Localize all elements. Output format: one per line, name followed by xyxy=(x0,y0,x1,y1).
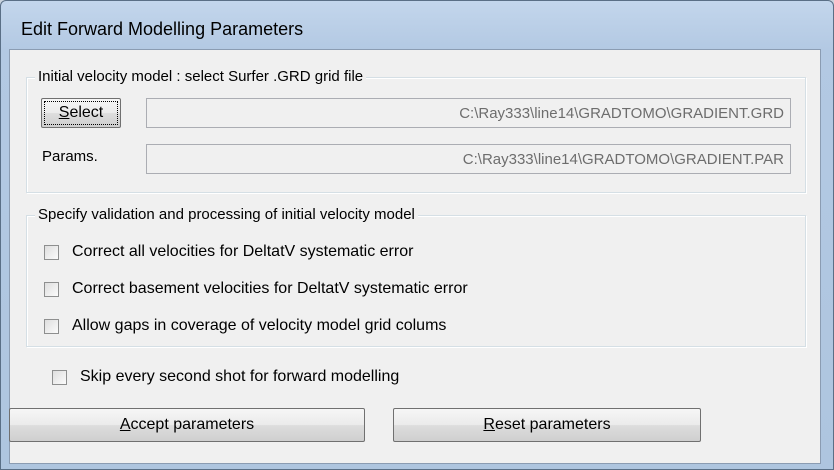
params-file-path-field[interactable]: C:\Ray333\line14\GRADTOMO\GRADIENT.PAR xyxy=(146,144,791,174)
allow-gaps-label: Allow gaps in coverage of velocity model… xyxy=(72,317,447,334)
dialog-client-area: Initial velocity model : select Surfer .… xyxy=(9,49,821,464)
select-grid-file-button[interactable]: Select xyxy=(41,98,121,128)
skip-every-second-shot-checkbox[interactable] xyxy=(52,369,67,385)
option-correct-basement-velocities[interactable]: Correct basement velocities for DeltatV … xyxy=(44,280,468,298)
allow-gaps-checkbox[interactable] xyxy=(44,318,59,334)
correct-all-velocities-label: Correct all velocities for DeltatV syste… xyxy=(72,243,414,260)
option-allow-gaps[interactable]: Allow gaps in coverage of velocity model… xyxy=(44,317,446,335)
initial-velocity-model-group: Initial velocity model : select Surfer .… xyxy=(26,68,806,193)
reset-parameters-button[interactable]: Reset parameters xyxy=(393,408,701,442)
skip-every-second-shot-label: Skip every second shot for forward model… xyxy=(80,368,400,385)
option-skip-every-second-shot[interactable]: Skip every second shot for forward model… xyxy=(52,368,399,386)
correct-basement-velocities-checkbox[interactable] xyxy=(44,281,59,297)
correct-basement-velocities-label: Correct basement velocities for DeltatV … xyxy=(72,280,468,297)
initial-velocity-model-legend: Initial velocity model : select Surfer .… xyxy=(35,68,367,85)
params-label: Params. xyxy=(42,148,98,165)
accept-parameters-label: Accept parameters xyxy=(119,416,255,433)
title-bar[interactable]: Edit Forward Modelling Parameters xyxy=(1,1,833,49)
dialog-window: Edit Forward Modelling Parameters Initia… xyxy=(0,0,834,470)
correct-all-velocities-checkbox[interactable] xyxy=(44,244,59,260)
accept-parameters-button[interactable]: Accept parameters xyxy=(9,408,365,442)
dialog-title: Edit Forward Modelling Parameters xyxy=(21,19,304,39)
option-correct-all-velocities[interactable]: Correct all velocities for DeltatV syste… xyxy=(44,243,413,261)
grid-file-path-field[interactable]: C:\Ray333\line14\GRADTOMO\GRADIENT.GRD xyxy=(146,98,791,128)
reset-parameters-label: Reset parameters xyxy=(483,416,611,433)
select-button-label: Select xyxy=(58,104,104,121)
validation-processing-legend: Specify validation and processing of ini… xyxy=(35,206,418,223)
validation-processing-group: Specify validation and processing of ini… xyxy=(26,206,806,347)
